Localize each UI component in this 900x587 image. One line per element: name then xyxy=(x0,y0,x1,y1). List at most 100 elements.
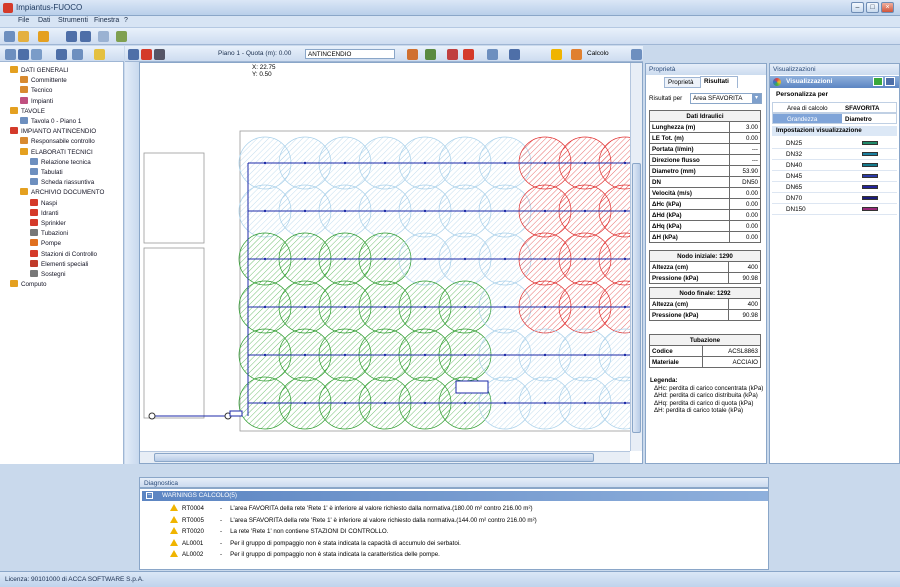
table-row: Materiale ACCIAIO xyxy=(649,356,762,368)
tree-item[interactable]: Relazione tecnica xyxy=(30,157,91,166)
save-icon[interactable] xyxy=(66,31,77,42)
warning-row[interactable]: AL0001 - Per il gruppo di pompaggio non è … xyxy=(170,538,461,547)
minimize-button[interactable]: – xyxy=(851,2,864,13)
warning-row[interactable]: RT0005 - L'area SFAVORITA della rete 'Rete… xyxy=(170,515,537,524)
settings-icon[interactable] xyxy=(631,49,642,60)
tree-item[interactable]: Committente xyxy=(20,76,67,84)
table-row: Pressione (kPa) 90.98 xyxy=(648,272,761,284)
tree-item[interactable]: Idranti xyxy=(30,208,59,217)
dn-color-swatch[interactable] xyxy=(862,174,878,178)
tree-node-icon xyxy=(20,188,28,196)
tree-item[interactable]: Scheda riassuntiva xyxy=(30,178,94,186)
dn-color-swatch[interactable] xyxy=(862,141,878,145)
move-icon[interactable] xyxy=(72,49,83,60)
dn-color-swatch[interactable] xyxy=(862,163,878,167)
dn-row[interactable]: DN65 xyxy=(772,182,897,193)
warning-row[interactable]: RT0004 - L'area FAVORITA della rete 'Rete … xyxy=(170,504,533,512)
new-icon[interactable] xyxy=(4,31,15,42)
delete-icon[interactable] xyxy=(141,49,152,60)
menu-strumenti[interactable]: Strumenti xyxy=(58,17,88,24)
tree-item[interactable]: Tubazioni xyxy=(30,229,68,237)
dn-color-swatch[interactable] xyxy=(862,196,878,200)
row-label: Lunghezza (m) xyxy=(649,121,730,133)
tree-item[interactable]: Sprinkler xyxy=(30,219,66,227)
print-preview-icon[interactable] xyxy=(487,49,498,60)
properties-icon[interactable] xyxy=(94,49,105,60)
tree-item[interactable]: Elementi speciali xyxy=(30,259,88,268)
move-tool-icon[interactable] xyxy=(154,49,165,60)
drawing-canvas[interactable]: X: 22.75 Y: 0.50 xyxy=(139,62,643,464)
grid-icon[interactable] xyxy=(509,49,520,60)
dn-row[interactable]: DN150 xyxy=(772,204,897,215)
tree-item[interactable]: IMPIANTO ANTINCENDIO xyxy=(10,127,96,135)
horizontal-scrollbar[interactable] xyxy=(140,451,630,463)
export-icon[interactable] xyxy=(116,31,127,42)
horizontal-scroll-thumb[interactable] xyxy=(154,453,594,462)
vertical-scrollbar[interactable] xyxy=(630,63,642,451)
arrows-icon[interactable] xyxy=(56,49,67,60)
cut-icon[interactable] xyxy=(463,49,474,60)
tab-results[interactable]: Risultati xyxy=(700,76,738,88)
properties-panel-title: Proprietà xyxy=(646,64,766,75)
warning-row[interactable]: RT0020 - La rete 'Rete 1' non contiene STA… xyxy=(170,527,388,535)
reset-icon[interactable] xyxy=(885,77,895,86)
visualizations-header: Visualizzazioni xyxy=(770,76,899,88)
quantity-row[interactable]: Grandezza Diametro xyxy=(772,113,897,124)
tree-item[interactable]: Tavola 0 - Piano 1 xyxy=(20,117,81,125)
list-icon[interactable] xyxy=(31,49,42,60)
menu-finestra[interactable]: Finestra xyxy=(94,17,119,24)
sprinkler-icon[interactable] xyxy=(447,49,458,60)
menu-dati[interactable]: Dati xyxy=(38,17,50,24)
dn-row[interactable]: DN70 xyxy=(772,193,897,204)
chevron-down-icon[interactable]: ▾ xyxy=(752,94,761,103)
warning-code: RT0004 xyxy=(182,505,204,512)
dn-row[interactable]: DN32 xyxy=(772,149,897,160)
warning-icon[interactable] xyxy=(551,49,562,60)
tree-item[interactable]: ELABORATI TECNICI xyxy=(20,147,93,156)
dn-color-swatch[interactable] xyxy=(862,152,878,156)
warnings-group[interactable]: – WARNINGS CALCOLO(5) xyxy=(142,491,768,501)
print-icon[interactable] xyxy=(80,31,91,42)
close-button[interactable]: × xyxy=(881,2,894,13)
calc-area-row[interactable]: Area di calcolo SFAVORITA xyxy=(772,102,897,113)
tree-item[interactable]: Sostegni xyxy=(30,270,66,278)
collapse-icon[interactable]: – xyxy=(146,492,153,499)
calc-icon[interactable] xyxy=(571,49,582,60)
layers-icon[interactable] xyxy=(18,49,29,60)
tree-item[interactable]: Tecnico xyxy=(20,86,52,94)
dn-row[interactable]: DN25 xyxy=(772,138,897,149)
dn-color-swatch[interactable] xyxy=(862,207,878,211)
undo-icon[interactable] xyxy=(98,31,109,42)
maximize-button[interactable]: □ xyxy=(866,2,879,13)
node-icon[interactable] xyxy=(407,49,418,60)
results-for-select[interactable]: Area SFAVORITA ▾ xyxy=(690,93,762,104)
tree-item[interactable]: TAVOLE xyxy=(10,106,45,115)
menu-file[interactable]: File xyxy=(18,17,29,24)
layer-select[interactable]: ANTINCENDIO xyxy=(305,49,395,59)
vertical-scroll-thumb[interactable] xyxy=(632,163,641,433)
pipe-icon[interactable] xyxy=(425,49,436,60)
calc-button[interactable]: Calcolo xyxy=(587,50,609,57)
tree-item[interactable]: Responsabile controllo xyxy=(20,137,95,145)
tree-item[interactable]: Naspi xyxy=(30,198,57,207)
warning-row[interactable]: AL0002 - Per il gruppo di pompaggio non è … xyxy=(170,550,440,558)
tree-item[interactable]: Impianti xyxy=(20,96,53,105)
tree-item[interactable]: Computo xyxy=(10,280,47,288)
open-icon[interactable] xyxy=(18,31,29,42)
tree-item[interactable]: Tabulati xyxy=(30,168,63,176)
menu-help[interactable]: ? xyxy=(124,17,128,24)
view-icon[interactable] xyxy=(5,49,16,60)
dn-color-swatch[interactable] xyxy=(862,185,878,189)
row-value: --- xyxy=(728,143,762,155)
tree-item[interactable]: Stazioni di Controllo xyxy=(30,249,97,258)
tree-item[interactable]: DATI GENERALI xyxy=(10,66,68,74)
tree-item-label: Tabulati xyxy=(41,169,63,176)
tree-item[interactable]: ARCHIVIO DOCUMENTO xyxy=(20,188,104,196)
select-icon[interactable] xyxy=(128,49,139,60)
tree-item[interactable]: Pompe xyxy=(30,239,61,247)
warning-icon xyxy=(170,550,178,557)
apply-icon[interactable] xyxy=(873,77,883,86)
archive-icon[interactable] xyxy=(38,31,49,42)
dn-row[interactable]: DN40 xyxy=(772,160,897,171)
dn-row[interactable]: DN45 xyxy=(772,171,897,182)
